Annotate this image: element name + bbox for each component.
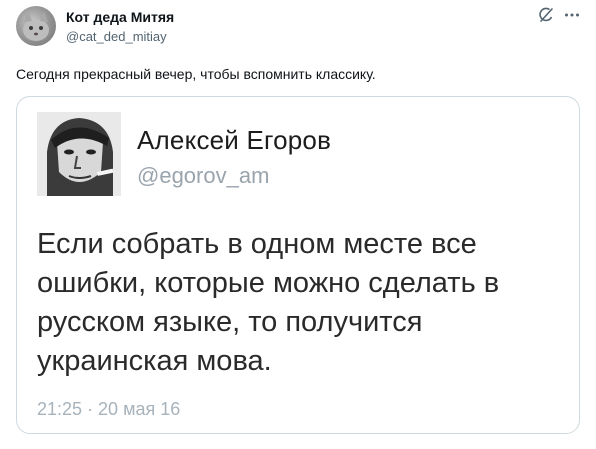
- cat-avatar-image: [23, 11, 49, 41]
- quoted-tweet-card[interactable]: Алексей Егоров @egorov_am Если собрать в…: [16, 96, 580, 434]
- more-icon[interactable]: [563, 6, 581, 24]
- quoted-timestamp: 21:25 · 20 мая 16: [37, 399, 181, 419]
- tweet: Кот деда Митяя @cat_ded_mitiay Сегодня п…: [0, 0, 596, 449]
- quoted-author-name: Алексей Егоров: [137, 125, 332, 155]
- quoted-author-handle: @egorov_am: [137, 163, 270, 188]
- quoted-author-avatar: [37, 112, 121, 196]
- author-name[interactable]: Кот деда Митяя: [66, 9, 174, 25]
- quoted-tweet-text: Если собрать в одном месте все ошибки, к…: [37, 228, 500, 377]
- grok-icon[interactable]: [537, 6, 555, 24]
- tweet-text: Сегодня прекрасный вечер, чтобы вспомнит…: [16, 66, 376, 82]
- author-handle[interactable]: @cat_ded_mitiay: [66, 29, 167, 44]
- man-portrait-image: [37, 112, 121, 196]
- avatar[interactable]: [16, 6, 56, 46]
